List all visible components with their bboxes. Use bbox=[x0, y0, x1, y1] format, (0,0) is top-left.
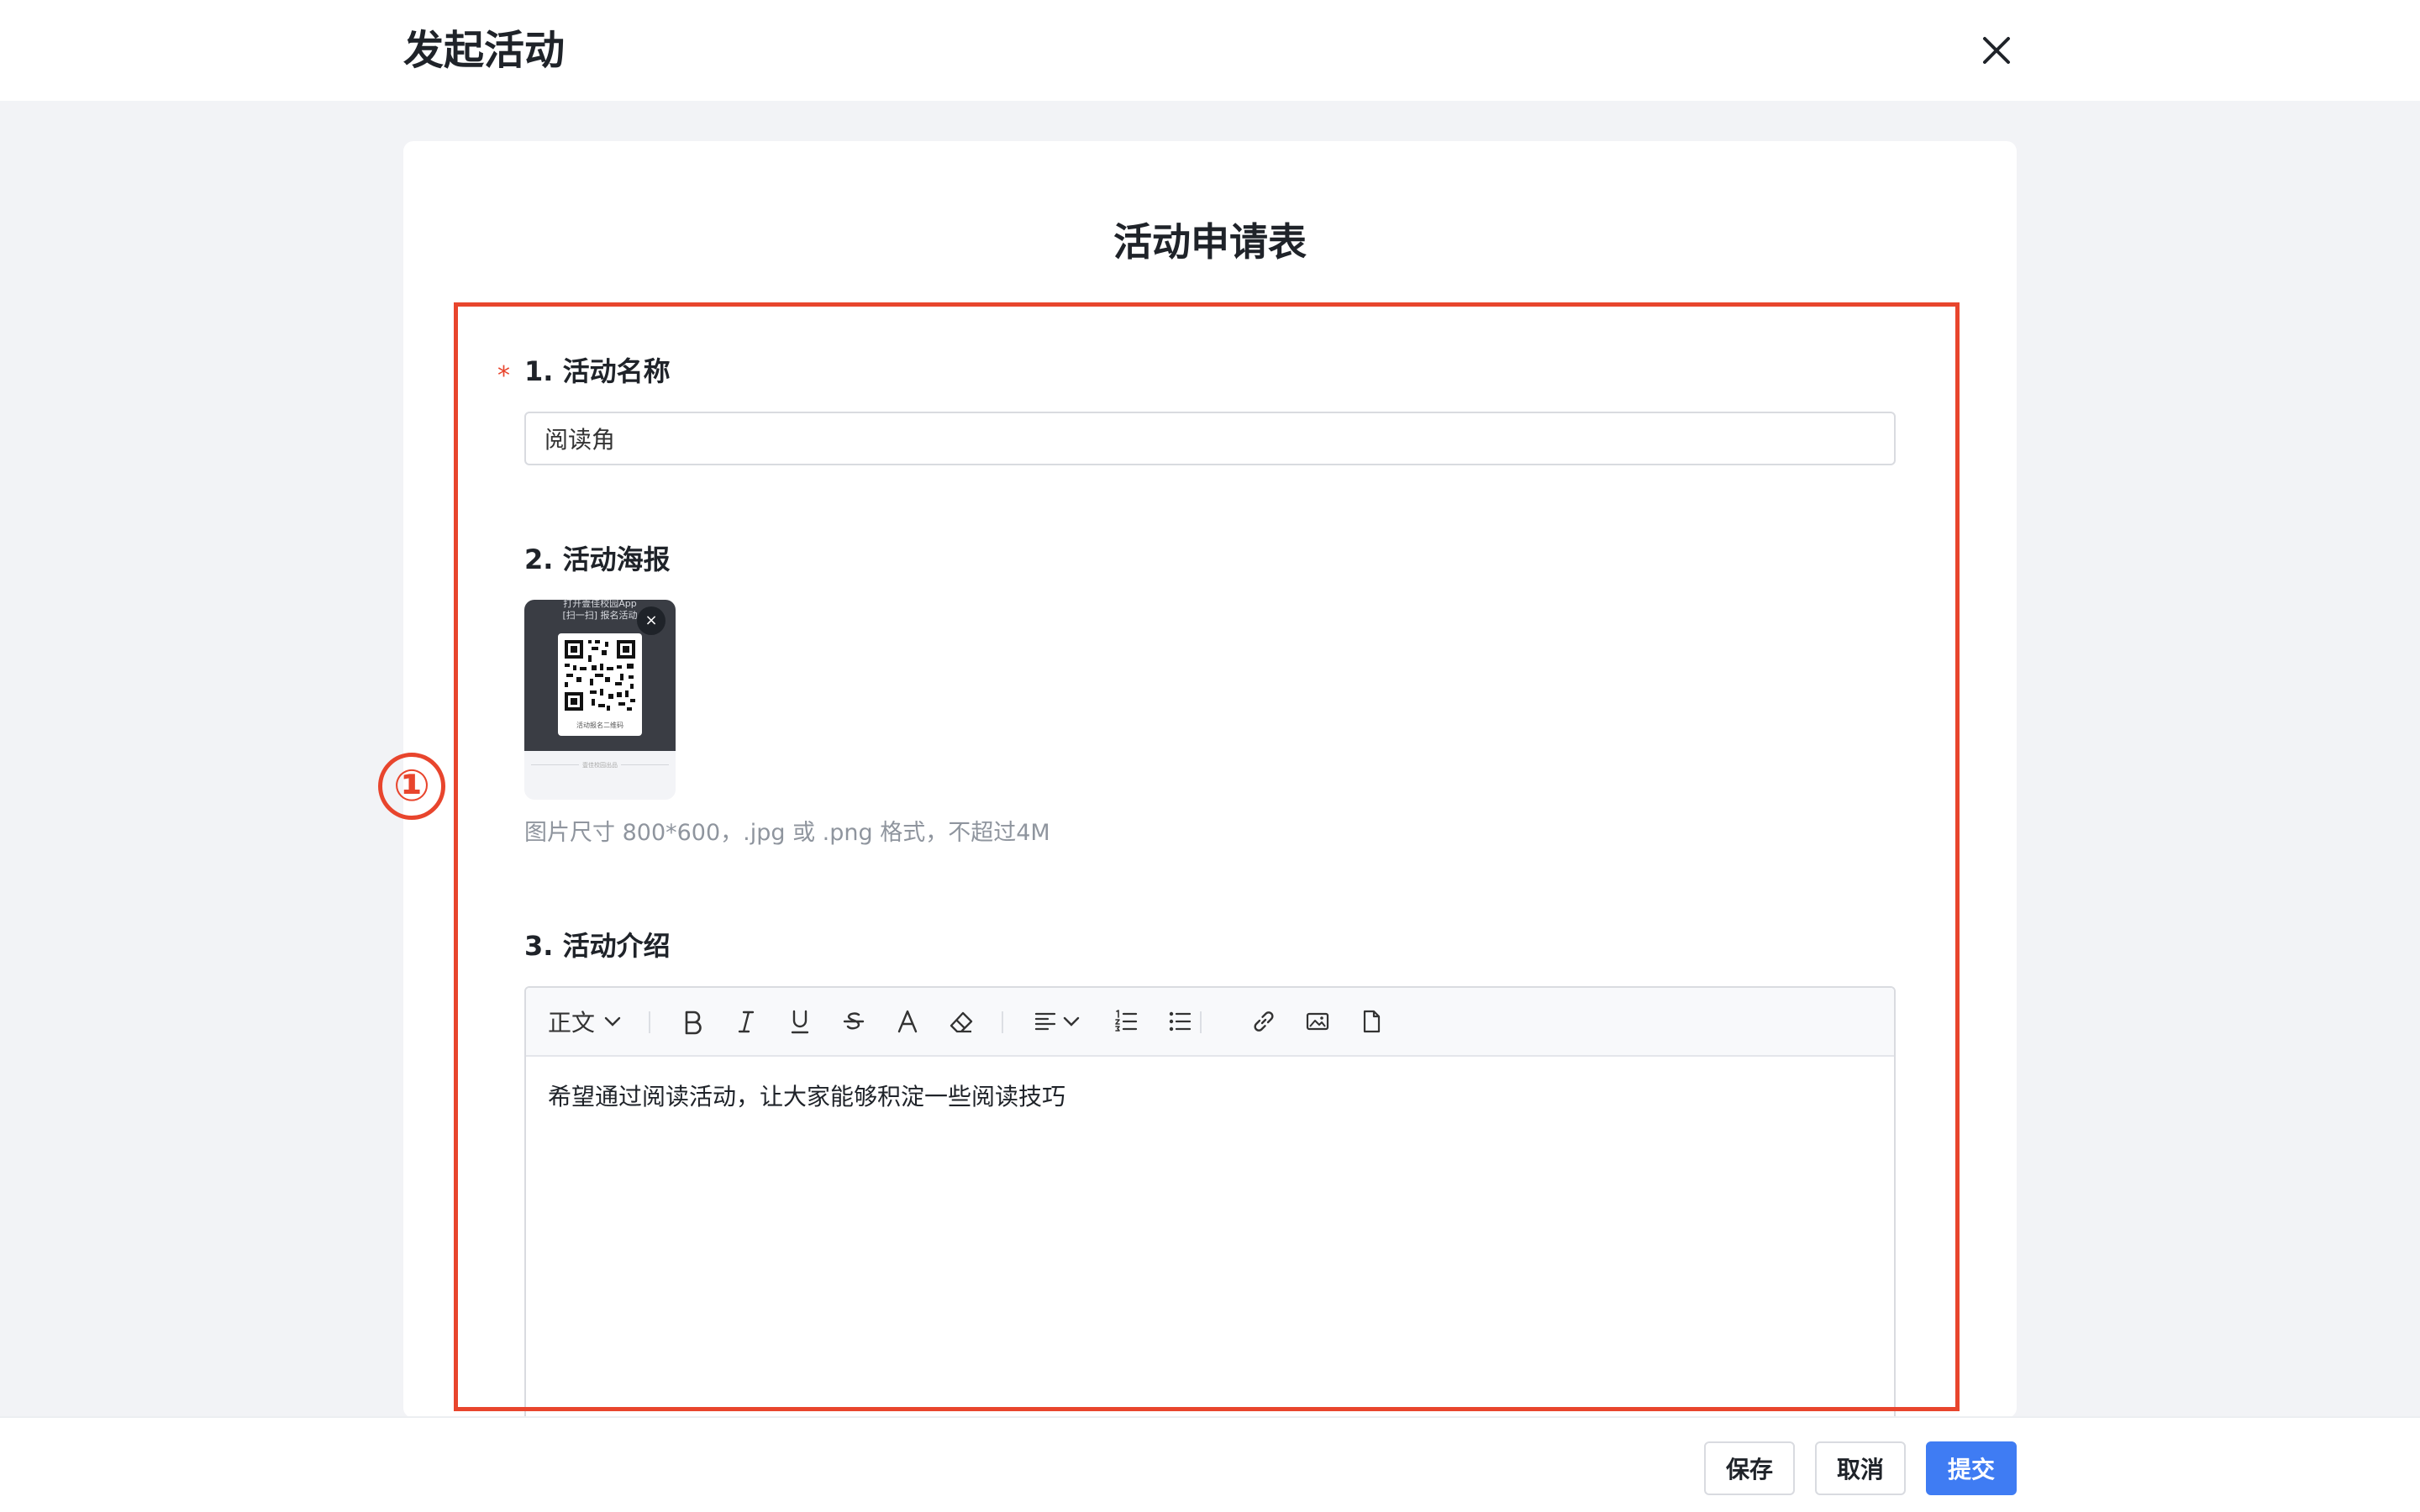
toolbar-separator bbox=[1002, 1011, 1003, 1033]
bullet-list-button[interactable] bbox=[1160, 1001, 1200, 1042]
close-button[interactable] bbox=[1976, 30, 2017, 71]
header-bar: 发起活动 bbox=[0, 0, 2420, 101]
underline-button[interactable] bbox=[780, 1001, 820, 1042]
insert-file-button[interactable] bbox=[1351, 1001, 1392, 1042]
field-label-activity-name: 1. 活动名称 bbox=[524, 355, 671, 387]
paragraph-style-dropdown[interactable]: 正文 bbox=[548, 1001, 629, 1042]
font-color-icon bbox=[897, 1010, 918, 1033]
align-dropdown[interactable] bbox=[1022, 1001, 1092, 1042]
bullet-list-icon bbox=[1169, 1011, 1192, 1032]
form-title: 活动申请表 bbox=[1113, 219, 1307, 265]
chevron-down-icon bbox=[604, 1016, 621, 1026]
italic-icon bbox=[738, 1011, 755, 1033]
poster-hint: 图片尺寸 800*600，.jpg 或 .png 格式，不超过4M bbox=[524, 820, 1050, 846]
footer-bar: 保存 取消 提交 bbox=[0, 1416, 2420, 1512]
close-icon bbox=[1983, 37, 2010, 64]
poster-footer-text: 壹佳校园出品 bbox=[579, 762, 621, 769]
remove-poster-button[interactable]: × bbox=[637, 606, 666, 635]
bold-icon bbox=[685, 1011, 702, 1035]
insert-image-button[interactable] bbox=[1297, 1001, 1338, 1042]
insert-link-button[interactable] bbox=[1244, 1001, 1284, 1042]
bold-button[interactable] bbox=[672, 1001, 713, 1042]
file-icon bbox=[1363, 1010, 1381, 1033]
activity-name-input[interactable] bbox=[524, 412, 1896, 465]
strikethrough-icon bbox=[843, 1012, 865, 1030]
page-title: 发起活动 bbox=[403, 27, 566, 74]
ordered-list-button[interactable] bbox=[1106, 1001, 1146, 1042]
rich-text-editor: 正文 希望通过阅读活动，让大家能够积淀一些阅读技巧 bbox=[524, 986, 1896, 1423]
toolbar-separator bbox=[649, 1011, 650, 1033]
link-icon bbox=[1254, 1011, 1274, 1032]
remove-icon: × bbox=[644, 612, 658, 629]
paragraph-style-label: 正文 bbox=[548, 1009, 596, 1037]
align-left-icon bbox=[1034, 1012, 1056, 1031]
cancel-button[interactable]: 取消 bbox=[1815, 1441, 1906, 1495]
submit-button[interactable]: 提交 bbox=[1926, 1441, 2017, 1495]
poster-qr-caption: 活动报名二维码 bbox=[576, 722, 623, 729]
font-color-button[interactable] bbox=[887, 1001, 928, 1042]
poster-footer: 壹佳校园出品 bbox=[524, 761, 676, 769]
chevron-down-icon bbox=[1063, 1016, 1080, 1026]
eraser-icon bbox=[950, 1011, 973, 1033]
clear-format-button[interactable] bbox=[941, 1001, 981, 1042]
save-button[interactable]: 保存 bbox=[1704, 1441, 1795, 1495]
step-marker: ① bbox=[378, 753, 445, 820]
toolbar-separator bbox=[1200, 1011, 1202, 1033]
italic-button[interactable] bbox=[726, 1001, 766, 1042]
field-label-activity-intro: 3. 活动介绍 bbox=[524, 930, 671, 962]
required-mark: * bbox=[497, 361, 510, 391]
editor-toolbar: 正文 bbox=[526, 988, 1894, 1057]
strikethrough-button[interactable] bbox=[834, 1001, 874, 1042]
underline-icon bbox=[791, 1010, 809, 1034]
poster-qr-card: 活动报名二维码 bbox=[558, 633, 642, 736]
editor-content[interactable]: 希望通过阅读活动，让大家能够积淀一些阅读技巧 bbox=[526, 1057, 1894, 1421]
field-label-activity-poster: 2. 活动海报 bbox=[524, 543, 671, 575]
image-icon bbox=[1306, 1012, 1329, 1031]
ordered-list-icon bbox=[1115, 1010, 1138, 1032]
qr-code-icon bbox=[563, 638, 637, 712]
